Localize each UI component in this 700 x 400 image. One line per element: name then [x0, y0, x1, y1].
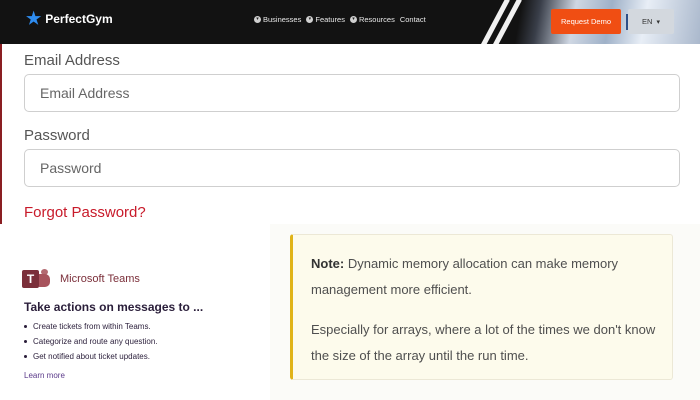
bullet-icon: [24, 355, 27, 358]
teams-brand-name: Microsoft Teams: [60, 273, 140, 285]
list-item: Create tickets from within Teams.: [24, 319, 158, 334]
note-label: Note:: [311, 256, 345, 271]
nav-label: Resources: [358, 15, 395, 24]
nav-item-contact[interactable]: Contact: [400, 15, 426, 24]
password-label: Password: [24, 127, 90, 144]
language-label: EN: [642, 17, 653, 26]
star-logo-icon: ★: [26, 9, 42, 28]
list-item-text: Get notified about ticket updates.: [33, 352, 150, 361]
teams-feature-list: Create tickets from within Teams. Catego…: [24, 319, 158, 364]
note-callout: Note: Dynamic memory allocation can make…: [290, 234, 673, 380]
list-item: Get notified about ticket updates.: [24, 349, 158, 364]
note-paragraph-2: Especially for arrays, where a lot of th…: [311, 322, 656, 363]
email-field[interactable]: [24, 74, 680, 112]
forgot-password-link[interactable]: Forgot Password?: [24, 204, 146, 221]
teams-card: T Microsoft Teams Take actions on messag…: [0, 224, 270, 400]
bullet-icon: [24, 325, 27, 328]
request-demo-button[interactable]: Request Demo: [551, 9, 621, 34]
password-field[interactable]: [24, 149, 680, 187]
nav-item-businesses[interactable]: ▾ Businesses: [254, 15, 301, 24]
bullet-icon: [24, 340, 27, 343]
note-paragraph-1: Note: Dynamic memory allocation can make…: [311, 251, 666, 303]
email-label: Email Address: [24, 52, 120, 69]
chevron-down-icon: ▾: [254, 16, 261, 23]
language-selector[interactable]: EN ▾: [628, 9, 674, 34]
teams-card-title: Take actions on messages to ...: [24, 300, 204, 314]
chevron-down-icon: ▾: [349, 16, 357, 23]
note-panel: Note: Dynamic memory allocation can make…: [270, 224, 700, 400]
nav-label: Contact: [399, 15, 426, 24]
note-text: Dynamic memory allocation can make memor…: [311, 256, 619, 297]
chevron-down-icon: ▾: [306, 16, 314, 23]
learn-more-link[interactable]: Learn more: [24, 371, 65, 380]
logo-text: PerfectGym: [45, 11, 113, 26]
microsoft-teams-icon: T: [22, 269, 52, 289]
site-header: ★ PerfectGym ▾ Businesses ▾ Features ▾ R…: [0, 0, 700, 44]
list-item: Categorize and route any question.: [24, 334, 158, 349]
chevron-down-icon: ▾: [656, 18, 660, 26]
list-item-text: Categorize and route any question.: [33, 337, 158, 346]
form-edge-border: [0, 44, 2, 224]
perfectgym-logo[interactable]: ★ PerfectGym: [26, 10, 113, 27]
list-item-text: Create tickets from within Teams.: [33, 322, 151, 331]
login-form: [0, 44, 700, 224]
teams-header: T Microsoft Teams: [22, 269, 140, 289]
nav-item-features[interactable]: ▾ Features: [306, 15, 345, 24]
nav-label: Features: [315, 15, 345, 24]
nav-label: Businesses: [263, 15, 302, 24]
nav-item-resources[interactable]: ▾ Resources: [349, 15, 395, 24]
main-nav: ▾ Businesses ▾ Features ▾ Resources Cont…: [254, 15, 426, 24]
